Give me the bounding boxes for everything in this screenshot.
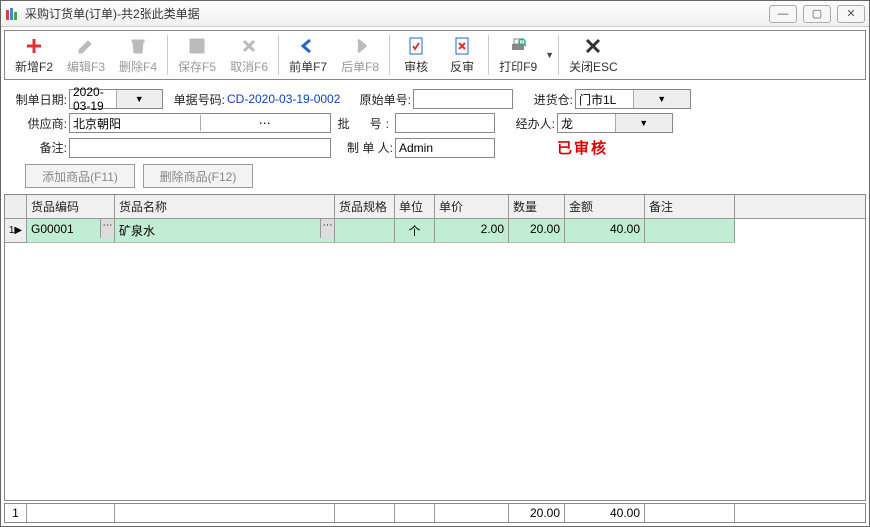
arrow-right-icon xyxy=(350,36,370,56)
close-window-button[interactable]: ✕ xyxy=(837,5,865,23)
pencil-icon xyxy=(76,36,96,56)
table-row[interactable]: 1▶ G00001⋯ 矿泉水⋯ 个 2.00 20.00 40.00 xyxy=(5,219,865,243)
status-stamp: 已审核 xyxy=(557,137,608,158)
form-area: 制单日期: 2020-03-19▼ 单据号码: CD-2020-03-19-00… xyxy=(1,83,869,194)
cell-spec[interactable] xyxy=(335,219,395,242)
billno-value: CD-2020-03-19-0002 xyxy=(227,92,349,106)
cell-price[interactable]: 2.00 xyxy=(435,219,509,242)
date-field[interactable]: 2020-03-19▼ xyxy=(69,89,163,109)
plus-icon xyxy=(24,36,44,56)
footer-amt: 40.00 xyxy=(565,504,645,522)
date-label: 制单日期: xyxy=(11,91,67,108)
window-title: 采购订货单(订单)-共2张此类单据 xyxy=(25,5,769,22)
col-qty[interactable]: 数量 xyxy=(509,195,565,218)
batch-label: 批 号: xyxy=(333,115,393,132)
titlebar: 采购订货单(订单)-共2张此类单据 — ▢ ✕ xyxy=(1,1,869,27)
toolbar: 新增F2 编辑F3 删除F4 保存F5 取消F6 前单F7 后单F8 xyxy=(4,30,866,80)
wh-field[interactable]: 门市1L▼ xyxy=(575,89,691,109)
footer-qty: 20.00 xyxy=(509,504,565,522)
wh-label: 进货仓: xyxy=(523,91,573,108)
maker-input xyxy=(395,138,495,158)
close-icon xyxy=(583,36,603,56)
cancel-button[interactable]: 取消F6 xyxy=(224,33,274,77)
print-dropdown-arrow[interactable]: ▼ xyxy=(545,50,554,60)
next-button[interactable]: 后单F8 xyxy=(335,33,385,77)
handler-field[interactable]: 龙▼ xyxy=(557,113,673,133)
cell-code[interactable]: G00001⋯ xyxy=(27,219,115,242)
save-icon xyxy=(187,36,207,56)
print-button[interactable]: 打印F9 xyxy=(493,33,543,77)
footer-idx: 1 xyxy=(5,504,27,522)
remark-label: 备注: xyxy=(11,139,67,156)
supplier-label: 供应商: xyxy=(11,115,67,132)
cell-amt[interactable]: 40.00 xyxy=(565,219,645,242)
cell-unit[interactable]: 个 xyxy=(395,219,435,242)
arrow-left-icon xyxy=(298,36,318,56)
new-button[interactable]: 新增F2 xyxy=(9,33,59,77)
col-spec[interactable]: 货品规格 xyxy=(335,195,395,218)
maker-label: 制 单 人: xyxy=(333,139,393,156)
cell-qty[interactable]: 20.00 xyxy=(509,219,565,242)
edit-button[interactable]: 编辑F3 xyxy=(61,33,111,77)
batch-input[interactable] xyxy=(395,113,495,133)
orig-input[interactable] xyxy=(413,89,513,109)
billno-label: 单据号码: xyxy=(165,91,225,108)
grid-header: 货品编码 货品名称 货品规格 单位 单价 数量 金额 备注 xyxy=(5,195,865,219)
audit-button[interactable]: 审核 xyxy=(394,33,438,77)
trash-icon xyxy=(128,36,148,56)
remark-input[interactable] xyxy=(69,138,331,158)
close-button[interactable]: 关闭ESC xyxy=(563,33,624,77)
row-indicator: 1▶ xyxy=(5,219,27,243)
minimize-button[interactable]: — xyxy=(769,5,797,23)
prev-button[interactable]: 前单F7 xyxy=(283,33,333,77)
handler-label: 经办人: xyxy=(505,115,555,132)
delete-button[interactable]: 删除F4 xyxy=(113,33,163,77)
col-price[interactable]: 单价 xyxy=(435,195,509,218)
maximize-button[interactable]: ▢ xyxy=(803,5,831,23)
supplier-field[interactable]: 北京朝阳⋯ xyxy=(69,113,331,133)
orig-label: 原始单号: xyxy=(351,91,411,108)
col-name[interactable]: 货品名称 xyxy=(115,195,335,218)
uncheck-doc-icon xyxy=(452,36,472,56)
cell-name[interactable]: 矿泉水⋯ xyxy=(115,219,335,242)
grid-footer: 1 20.00 40.00 xyxy=(4,503,866,523)
save-button[interactable]: 保存F5 xyxy=(172,33,222,77)
col-amt[interactable]: 金额 xyxy=(565,195,645,218)
delete-product-button[interactable]: 删除商品(F12) xyxy=(143,164,253,188)
col-remark[interactable]: 备注 xyxy=(645,195,735,218)
add-product-button[interactable]: 添加商品(F11) xyxy=(25,164,135,188)
check-doc-icon xyxy=(406,36,426,56)
unaudit-button[interactable]: 反审 xyxy=(440,33,484,77)
col-code[interactable]: 货品编码 xyxy=(27,195,115,218)
cell-remark[interactable] xyxy=(645,219,735,242)
cancel-icon xyxy=(239,36,259,56)
col-unit[interactable]: 单位 xyxy=(395,195,435,218)
app-icon xyxy=(5,6,21,22)
print-icon xyxy=(508,36,528,56)
app-window: 采购订货单(订单)-共2张此类单据 — ▢ ✕ 新增F2 编辑F3 删除F4 保… xyxy=(0,0,870,527)
grid: 货品编码 货品名称 货品规格 单位 单价 数量 金额 备注 1▶ G00001⋯… xyxy=(4,194,866,501)
